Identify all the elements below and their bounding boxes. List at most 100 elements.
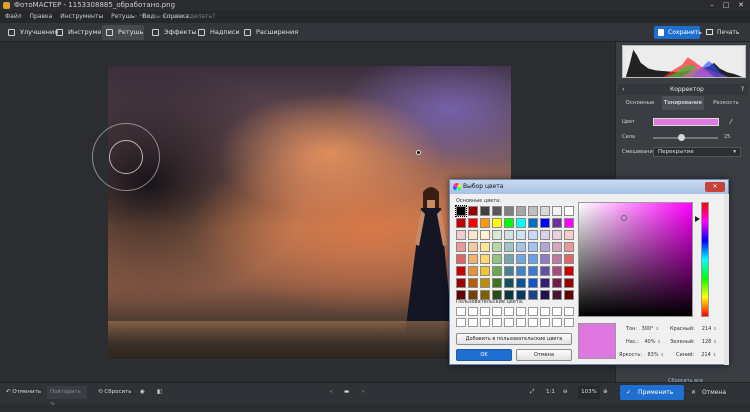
menu-tools[interactable]: Инструменты bbox=[60, 13, 103, 20]
tab-toning[interactable]: Тонирование bbox=[662, 96, 704, 110]
basic-color-swatch[interactable] bbox=[504, 230, 514, 240]
basic-color-swatch[interactable] bbox=[540, 278, 550, 288]
basic-color-swatch[interactable] bbox=[504, 242, 514, 252]
basic-color-swatch[interactable] bbox=[492, 242, 502, 252]
eye-icon[interactable]: ◉ bbox=[140, 386, 145, 399]
add-custom-color-button[interactable]: Добавить в пользовательские цвета bbox=[456, 333, 572, 345]
basic-color-swatch[interactable] bbox=[492, 230, 502, 240]
basic-color-swatch[interactable] bbox=[504, 266, 514, 276]
back-chevron-icon[interactable]: ‹ bbox=[622, 84, 624, 95]
tab-basic[interactable]: Основные bbox=[620, 96, 660, 110]
dialog-title-bar[interactable]: Выбор цвета ✕ bbox=[450, 180, 728, 194]
tab-extensions[interactable]: Расширения bbox=[240, 25, 298, 40]
toning-color-swatch[interactable] bbox=[653, 118, 719, 126]
strength-slider[interactable] bbox=[653, 137, 718, 139]
basic-color-swatch[interactable] bbox=[480, 266, 490, 276]
menu-edit[interactable]: Правка bbox=[30, 13, 53, 20]
basic-color-swatch[interactable] bbox=[552, 206, 562, 216]
custom-color-swatch[interactable] bbox=[564, 307, 574, 316]
basic-color-swatch[interactable] bbox=[456, 254, 466, 264]
basic-color-swatch[interactable] bbox=[552, 278, 562, 288]
prev-icon[interactable]: ‹ bbox=[330, 386, 332, 399]
basic-color-swatch[interactable] bbox=[552, 290, 562, 300]
basic-color-swatch[interactable] bbox=[504, 254, 514, 264]
basic-color-swatch[interactable] bbox=[480, 254, 490, 264]
basic-color-swatch[interactable] bbox=[552, 218, 562, 228]
basic-color-swatch[interactable] bbox=[492, 218, 502, 228]
basic-color-swatch[interactable] bbox=[564, 254, 574, 264]
basic-color-swatch[interactable] bbox=[528, 218, 538, 228]
custom-color-swatch[interactable] bbox=[516, 318, 526, 327]
basic-color-swatch[interactable] bbox=[552, 230, 562, 240]
hue-slider[interactable] bbox=[701, 202, 709, 317]
close-icon[interactable]: ✕ bbox=[733, 0, 749, 11]
custom-color-swatch[interactable] bbox=[492, 318, 502, 327]
tab-retouch[interactable]: Ретушь bbox=[102, 25, 144, 40]
basic-color-swatch[interactable] bbox=[564, 218, 574, 228]
custom-color-swatch[interactable] bbox=[516, 307, 526, 316]
custom-color-swatch[interactable] bbox=[504, 307, 514, 316]
basic-color-swatch[interactable] bbox=[564, 230, 574, 240]
basic-color-swatch[interactable] bbox=[516, 230, 526, 240]
basic-color-swatch[interactable] bbox=[540, 290, 550, 300]
tab-sharpness[interactable]: Резкость bbox=[706, 96, 746, 110]
cancel-button[interactable]: ✕ Отмена bbox=[688, 385, 746, 400]
eyedropper-icon[interactable]: ⁄ bbox=[726, 117, 736, 127]
basic-color-swatch[interactable] bbox=[492, 206, 502, 216]
folder-icon[interactable]: ▬ bbox=[344, 386, 349, 399]
zoom-value[interactable]: 103% bbox=[578, 386, 600, 399]
custom-color-swatch[interactable] bbox=[480, 318, 490, 327]
basic-color-swatch[interactable] bbox=[492, 278, 502, 288]
custom-color-swatch[interactable] bbox=[552, 318, 562, 327]
basic-color-swatch[interactable] bbox=[516, 254, 526, 264]
basic-color-swatch[interactable] bbox=[504, 206, 514, 216]
basic-color-swatch[interactable] bbox=[528, 206, 538, 216]
basic-color-swatch[interactable] bbox=[516, 266, 526, 276]
basic-color-swatch[interactable] bbox=[480, 206, 490, 216]
redo-button[interactable]: Повторить ↷ bbox=[47, 386, 87, 408]
red-field[interactable]: Красный: 214 ⇕ bbox=[670, 326, 717, 332]
basic-color-swatch[interactable] bbox=[456, 218, 466, 228]
strength-slider-handle[interactable] bbox=[678, 134, 685, 141]
spin-icon[interactable]: ⇕ bbox=[661, 352, 664, 357]
custom-color-swatch[interactable] bbox=[552, 307, 562, 316]
reset-button[interactable]: ⟲ Сбросить bbox=[98, 386, 132, 399]
basic-color-swatch[interactable] bbox=[540, 266, 550, 276]
custom-color-swatch[interactable] bbox=[540, 307, 550, 316]
search-input[interactable]: ⌕ Что вы хотите сделать? bbox=[134, 12, 254, 22]
basic-color-swatch[interactable] bbox=[456, 230, 466, 240]
sv-cursor[interactable] bbox=[621, 215, 627, 221]
basic-color-swatch[interactable] bbox=[455, 205, 467, 217]
basic-color-swatch[interactable] bbox=[516, 242, 526, 252]
ok-button[interactable]: OK bbox=[456, 349, 512, 361]
print-button[interactable]: Печать bbox=[703, 26, 747, 39]
basic-color-swatch[interactable] bbox=[468, 278, 478, 288]
basic-color-swatch[interactable] bbox=[552, 254, 562, 264]
basic-color-swatch[interactable] bbox=[456, 242, 466, 252]
spin-icon[interactable]: ⇕ bbox=[657, 339, 660, 344]
basic-color-swatch[interactable] bbox=[552, 266, 562, 276]
spin-icon[interactable]: ⇕ bbox=[713, 326, 716, 331]
basic-color-swatch[interactable] bbox=[564, 278, 574, 288]
basic-color-swatch[interactable] bbox=[564, 206, 574, 216]
basic-color-swatch[interactable] bbox=[480, 242, 490, 252]
apply-button[interactable]: ✓ Применить bbox=[620, 385, 684, 400]
saturation-field[interactable]: Нас.: 40% ⇕ bbox=[626, 339, 661, 345]
basic-color-swatch[interactable] bbox=[564, 242, 574, 252]
spin-icon[interactable]: ⇕ bbox=[656, 326, 659, 331]
basic-color-swatch[interactable] bbox=[564, 266, 574, 276]
spin-icon[interactable]: ⇕ bbox=[713, 339, 716, 344]
hue-arrow-icon[interactable] bbox=[695, 216, 700, 222]
basic-color-swatch[interactable] bbox=[552, 242, 562, 252]
basic-color-swatch[interactable] bbox=[492, 266, 502, 276]
custom-color-swatch[interactable] bbox=[528, 318, 538, 327]
basic-color-swatch[interactable] bbox=[528, 266, 538, 276]
tab-tools[interactable]: Инструменты bbox=[52, 25, 115, 40]
basic-color-swatch[interactable] bbox=[468, 206, 478, 216]
saturation-value-square[interactable] bbox=[578, 202, 693, 317]
basic-color-swatch[interactable] bbox=[456, 266, 466, 276]
zoom-out-icon[interactable]: ⊖ bbox=[563, 386, 568, 399]
menu-retouch[interactable]: Ретушь bbox=[111, 13, 134, 20]
dialog-close-button[interactable]: ✕ bbox=[705, 182, 725, 192]
basic-color-swatch[interactable] bbox=[540, 206, 550, 216]
